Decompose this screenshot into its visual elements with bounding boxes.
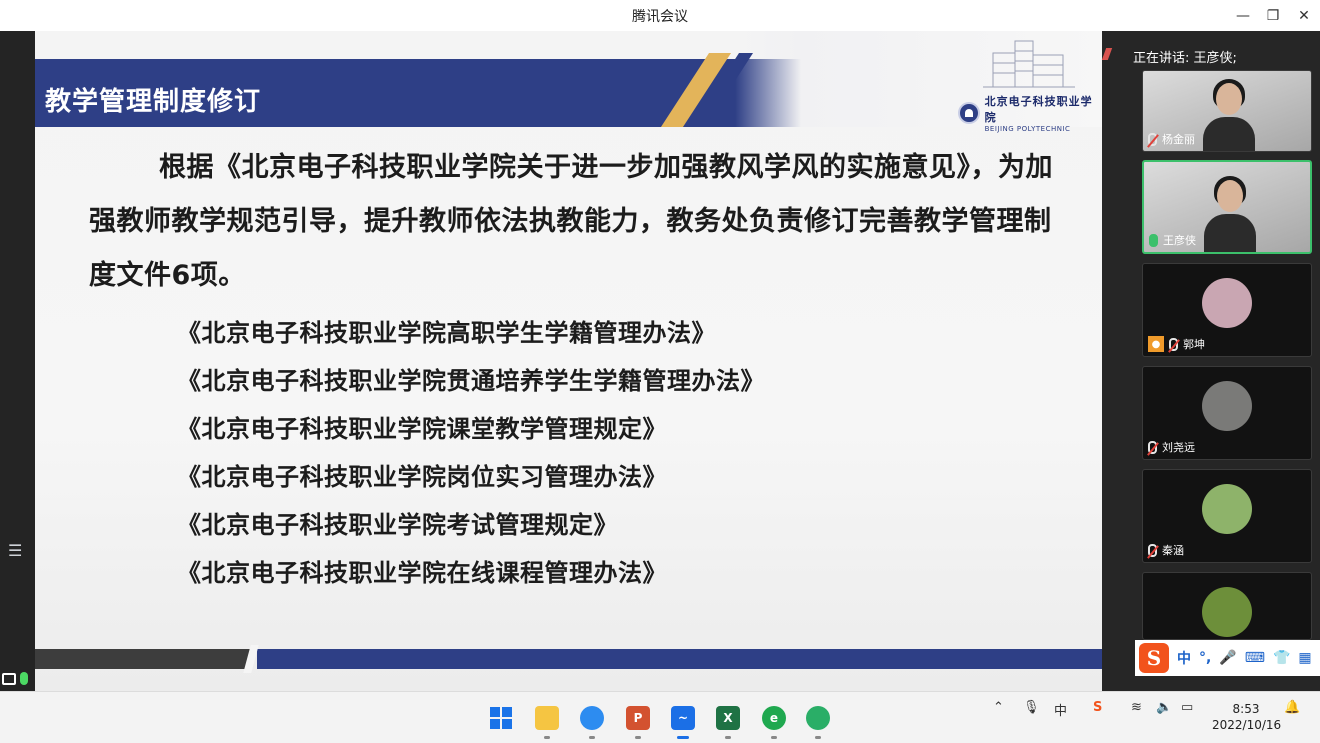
ime-punct-toggle[interactable]: °,	[1199, 650, 1211, 666]
minimize-button[interactable]: —	[1227, 0, 1259, 31]
mic-muted-icon	[1169, 337, 1178, 351]
participant-avatar	[1202, 587, 1252, 637]
ime-toolbox-icon[interactable]: ▦	[1298, 650, 1311, 666]
battery-icon[interactable]: ▭	[1181, 700, 1193, 715]
document-item: 《北京电子科技职业学院考试管理规定》	[177, 511, 618, 539]
ime-keyboard-icon[interactable]: ⌨	[1245, 650, 1265, 666]
mic-muted-icon	[1148, 132, 1157, 146]
mic-muted-icon	[1148, 440, 1157, 454]
participant-video	[1204, 174, 1256, 252]
file-explorer-icon[interactable]	[535, 706, 559, 730]
document-item: 《北京电子科技职业学院高职学生学籍管理办法》	[177, 319, 716, 347]
document-item: 《北京电子科技职业学院贯通培养学生学籍管理办法》	[177, 367, 765, 395]
campus-building-sketch	[983, 40, 1075, 88]
document-item: 《北京电子科技职业学院课堂教学管理规定》	[177, 415, 667, 443]
participant-name: 秦涵	[1162, 544, 1184, 557]
document-item: 《北京电子科技职业学院在线课程管理办法》	[177, 559, 667, 587]
tray-ime-mode[interactable]: 中	[1054, 700, 1067, 719]
screen-share-icon[interactable]	[2, 673, 16, 685]
browser-icon[interactable]: e	[762, 706, 786, 730]
tray-sogou-icon[interactable]: S	[1093, 700, 1102, 715]
excel-icon[interactable]: X	[716, 706, 740, 730]
participant-avatar	[1202, 278, 1252, 328]
document-list: 《北京电子科技职业学院高职学生学籍管理办法》 《北京电子科技职业学院贯通培养学生…	[177, 309, 765, 597]
clock-time: 8:53	[1232, 702, 1260, 716]
ime-skin-icon[interactable]: 👕	[1273, 650, 1290, 666]
list-icon[interactable]: ☰	[8, 541, 22, 560]
participant-tile[interactable]	[1142, 572, 1312, 640]
current-speaker: 正在讲话: 王彦侠;	[1133, 51, 1237, 66]
document-item: 《北京电子科技职业学院岗位实习管理办法》	[177, 463, 667, 491]
wifi-icon[interactable]: ≋	[1131, 700, 1142, 715]
ime-mode-toggle[interactable]: 中	[1177, 648, 1191, 668]
volume-icon[interactable]: 🔈	[1156, 700, 1172, 715]
mic-status-icon[interactable]	[20, 672, 28, 685]
powerpoint-icon[interactable]: P	[626, 706, 650, 730]
left-toolbar: ☰	[0, 31, 35, 691]
participant-name: 郭坤	[1183, 338, 1205, 351]
participant-tile[interactable]: ● 郭坤	[1142, 263, 1312, 357]
start-icon[interactable]	[489, 706, 513, 730]
clock-date: 2022/10/16	[1212, 718, 1282, 732]
participant-avatar	[1202, 484, 1252, 534]
mic-on-icon	[1149, 233, 1158, 247]
search-icon[interactable]	[580, 706, 604, 730]
window-title: 腾讯会议	[632, 8, 688, 25]
tencent-meeting-icon[interactable]: ~	[671, 706, 695, 730]
participant-tile[interactable]: 杨金丽	[1142, 70, 1312, 152]
slide-paragraph: 根据《北京电子科技职业学院关于进一步加强教风学风的实施意见》，为加强教师教学规范…	[89, 152, 1053, 291]
participant-name: 刘尧远	[1162, 441, 1195, 454]
slide-footer-band	[257, 649, 1102, 669]
tray-mic-icon[interactable]: 🎙	[1023, 700, 1040, 715]
restore-button[interactable]: ❐	[1257, 0, 1289, 31]
participant-name: 王彦侠	[1163, 234, 1196, 247]
participant-tile[interactable]: 秦涵	[1142, 469, 1312, 563]
participant-tile-active[interactable]: 王彦侠	[1142, 160, 1312, 254]
participant-tile[interactable]: 刘尧远	[1142, 366, 1312, 460]
notification-bell-icon[interactable]: 🔔	[1284, 700, 1300, 715]
participant-avatar	[1202, 381, 1252, 431]
shared-slide: 教学管理制度修订 北京电子科技职业学院 BEIJING POLYTECHNIC …	[35, 31, 1102, 691]
slide-title: 教学管理制度修订	[45, 87, 262, 117]
participant-name: 杨金丽	[1162, 133, 1195, 146]
college-seal-icon	[958, 102, 980, 124]
windows-taskbar: P ~ X e	[0, 691, 1320, 743]
participant-video	[1203, 77, 1255, 151]
wechat-icon[interactable]	[806, 706, 830, 730]
host-badge-icon: ●	[1148, 336, 1164, 352]
tray-overflow-chevron-icon[interactable]: ⌃	[993, 700, 1004, 715]
mic-muted-icon	[1148, 543, 1157, 557]
window-titlebar: 腾讯会议 — ❐ ✕	[0, 0, 1320, 31]
college-logo: 北京电子科技职业学院 BEIJING POLYTECHNIC	[958, 93, 1102, 133]
close-button[interactable]: ✕	[1288, 0, 1320, 31]
ime-toolbar: S 中 °, 🎤 ⌨ 👕 ▦	[1135, 640, 1320, 676]
taskbar-clock[interactable]: 8:53 2022/10/16	[1212, 701, 1282, 733]
sogou-logo-icon[interactable]: S	[1139, 643, 1169, 673]
ime-voice-icon[interactable]: 🎤	[1219, 650, 1236, 666]
